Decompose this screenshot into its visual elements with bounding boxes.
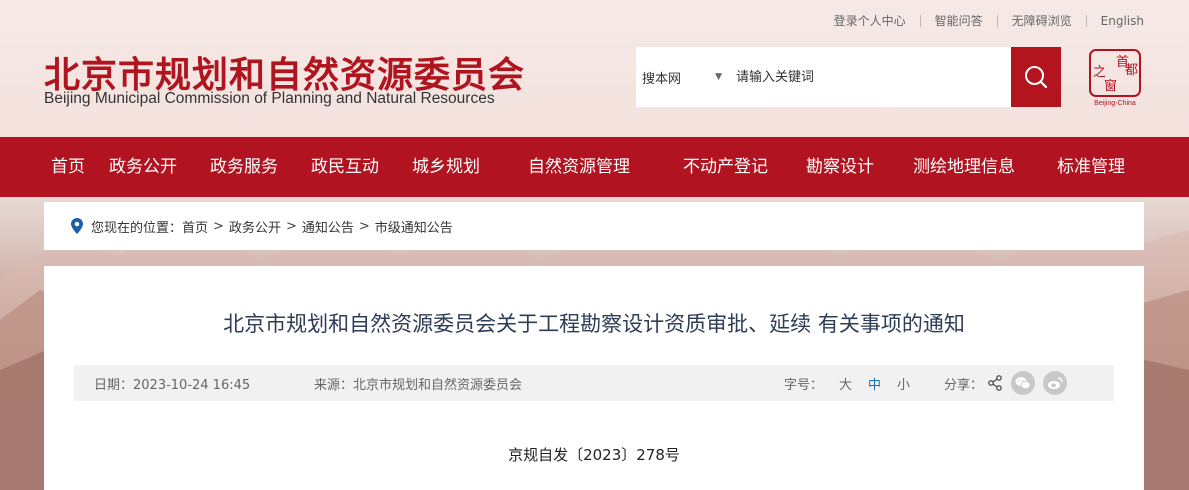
svg-text:都: 都 [1125, 63, 1138, 78]
nav-item-standards[interactable]: 标准管理 [1057, 137, 1125, 197]
site-logo-english: Beijing Municipal Commission of Planning… [44, 90, 495, 107]
search-input[interactable] [722, 56, 1011, 98]
nav-item-survey-design[interactable]: 勘察设计 [806, 137, 874, 197]
breadcrumb-separator: > [285, 218, 297, 234]
smart-qa-link[interactable]: 智能问答 [935, 12, 983, 29]
breadcrumb-notices[interactable]: 通知公告 [302, 217, 354, 236]
breadcrumb-municipal-notices[interactable]: 市级通知公告 [375, 217, 453, 236]
svg-text:窗: 窗 [1104, 78, 1117, 94]
login-link[interactable]: 登录个人中心 [834, 12, 906, 29]
weibo-share-button[interactable] [1043, 371, 1068, 395]
divider [1085, 14, 1087, 27]
font-size-label: 字号： [784, 378, 824, 393]
font-size-control: 字号： 大 中 小 [784, 374, 910, 393]
svg-text:之: 之 [1093, 65, 1106, 80]
english-link[interactable]: English [1101, 14, 1144, 28]
breadcrumb: 您现在的位置： 首页 > 政务公开 > 通知公告 > 市级通知公告 [44, 202, 1144, 250]
nav-item-surveying-mapping[interactable]: 测绘地理信息 [913, 137, 1015, 197]
capital-window-seal[interactable]: 首 都 之 窗 Beijing-China [1087, 48, 1143, 108]
article-title: 北京市规划和自然资源委员会关于工程勘察设计资质审批、延续 有关事项的通知 [223, 312, 965, 336]
seal-icon: 首 都 之 窗 Beijing-China [1089, 49, 1141, 107]
weibo-icon [1048, 377, 1063, 389]
divider [919, 14, 921, 27]
top-utility-links: 登录个人中心 智能问答 无障碍浏览 English [834, 12, 1144, 29]
font-size-small[interactable]: 小 [897, 374, 910, 393]
font-size-medium[interactable]: 中 [868, 374, 881, 393]
search-scope-value: 搜本网 [642, 71, 682, 87]
nav-item-urban-planning[interactable]: 城乡规划 [412, 137, 480, 197]
main-nav: 首页 政务公开 政务服务 政民互动 城乡规划 自然资源管理 不动产登记 勘察设计… [0, 137, 1189, 197]
wechat-share-button[interactable] [1011, 371, 1036, 395]
wechat-icon [1015, 377, 1031, 389]
accessibility-link[interactable]: 无障碍浏览 [1012, 12, 1072, 29]
article-panel: 北京市规划和自然资源委员会关于工程勘察设计资质审批、延续 有关事项的通知 日期：… [44, 266, 1144, 490]
publish-date: 日期：2023-10-24 16:45 [94, 378, 251, 393]
article-source: 来源：北京市规划和自然资源委员会 [314, 378, 523, 393]
caret-down-icon: ▼ [715, 72, 722, 82]
search-icon [1025, 66, 1048, 89]
nav-item-gov-affairs[interactable]: 政务公开 [109, 137, 177, 197]
breadcrumb-gov-affairs[interactable]: 政务公开 [229, 217, 281, 236]
search-bar: 搜本网 ▼ [636, 47, 1061, 107]
breadcrumb-separator: > [358, 218, 370, 234]
share-icon[interactable] [987, 375, 1003, 391]
breadcrumb-home[interactable]: 首页 [182, 217, 208, 236]
nav-item-real-estate[interactable]: 不动产登记 [683, 137, 768, 197]
share-label: 分享： [944, 377, 984, 393]
breadcrumb-separator: > [213, 218, 224, 234]
article-meta-bar: 日期：2023-10-24 16:45 来源：北京市规划和自然资源委员会 字号：… [74, 365, 1114, 401]
share-control: 分享： [944, 371, 1068, 395]
font-size-large[interactable]: 大 [839, 374, 852, 393]
location-pin-icon [71, 218, 83, 234]
nav-item-gov-services[interactable]: 政务服务 [210, 137, 278, 197]
svg-text:Beijing-China: Beijing-China [1094, 100, 1136, 107]
breadcrumb-prefix: 您现在的位置： [91, 220, 183, 236]
search-scope-select[interactable]: 搜本网 ▼ [636, 68, 722, 87]
nav-item-natural-resources[interactable]: 自然资源管理 [528, 137, 630, 197]
nav-item-interaction[interactable]: 政民互动 [311, 137, 379, 197]
document-number: 京规自发〔2023〕278号 [508, 446, 680, 464]
divider [996, 14, 998, 27]
search-button[interactable] [1011, 47, 1061, 107]
nav-item-home[interactable]: 首页 [51, 137, 85, 197]
